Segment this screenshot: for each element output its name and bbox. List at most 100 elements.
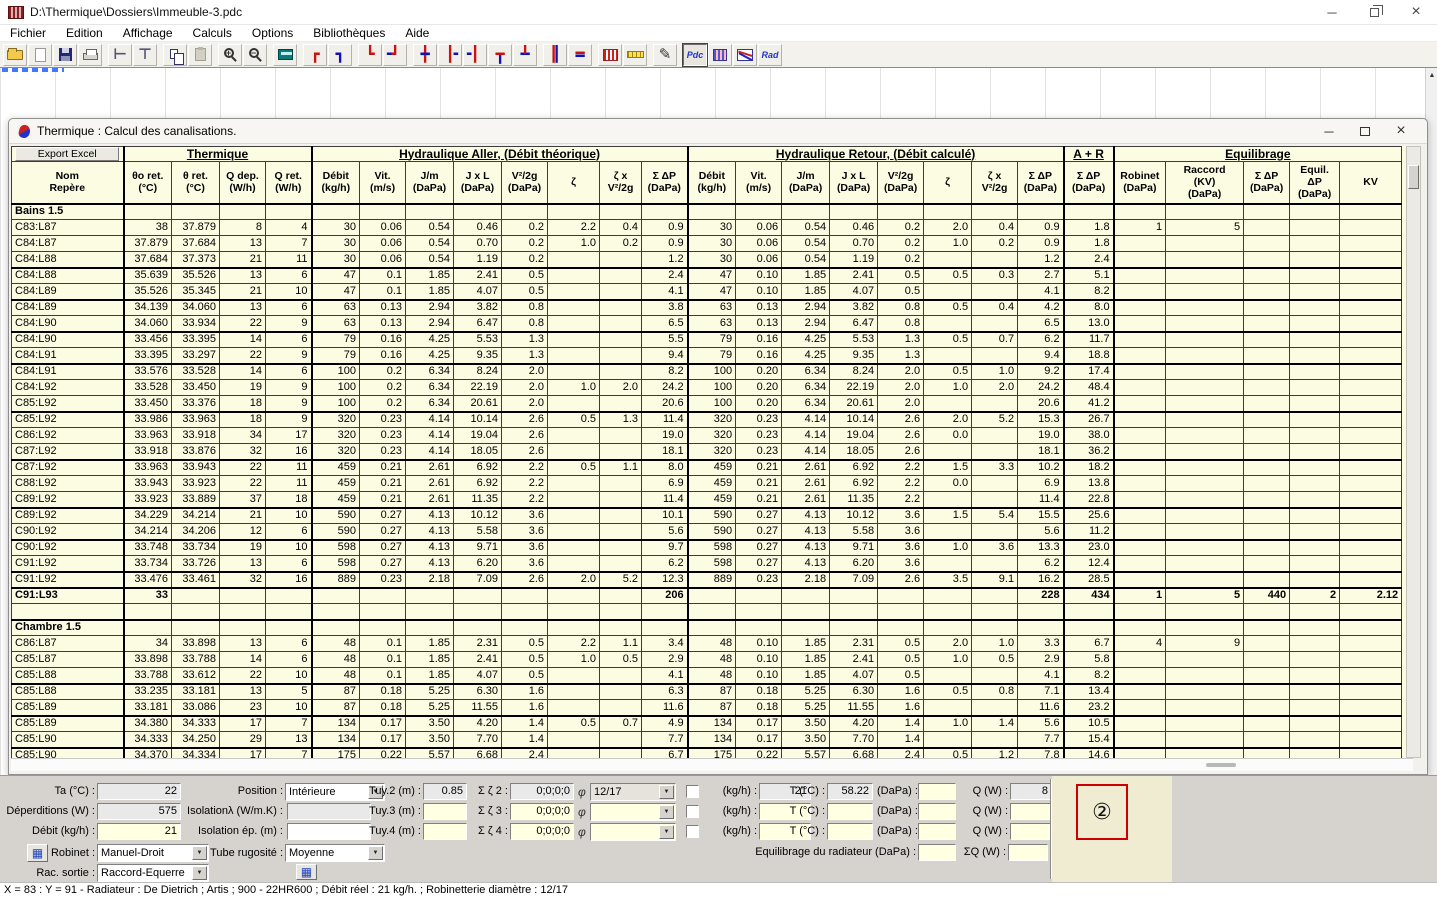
scrollbar-thumb[interactable] — [1206, 763, 1236, 767]
tube-list-button[interactable]: ▦ — [296, 864, 317, 880]
table-cell: 4.1 — [642, 668, 688, 684]
table-cell: 3.3 — [972, 460, 1018, 476]
q4-field[interactable] — [1010, 823, 1052, 840]
menu-item-calculs[interactable]: Calculs — [183, 25, 242, 42]
close-button[interactable]: × — [1395, 0, 1437, 25]
q3-field[interactable] — [1010, 803, 1052, 820]
t2-field[interactable]: 58.22 — [827, 783, 873, 800]
table-cell: 2.0 — [878, 364, 924, 380]
table-cell: 33.297 — [172, 348, 220, 364]
scroll-up-icon[interactable]: ▲ — [1426, 68, 1437, 82]
chevron-down-icon[interactable]: ▼ — [192, 866, 207, 880]
table-vertical-scrollbar[interactable] — [1406, 146, 1421, 758]
chevron-down-icon[interactable]: ▼ — [368, 846, 383, 860]
sigma-q-field[interactable] — [1008, 844, 1048, 861]
dapa2-field[interactable] — [918, 783, 956, 800]
zoom-out-icon[interactable]: − — [243, 44, 267, 66]
open-icon[interactable] — [3, 44, 27, 66]
table-cell — [1244, 556, 1290, 572]
sigma-zeta2-field[interactable]: 0;0;0;0 — [510, 783, 574, 800]
radiator-view-icon[interactable] — [708, 44, 732, 66]
child-maximize-button[interactable] — [1347, 120, 1383, 142]
print-icon[interactable] — [78, 44, 102, 66]
copy-icon[interactable] — [163, 44, 187, 66]
table-cell: 0.10 — [736, 636, 782, 652]
table-cell: 11.2 — [1064, 524, 1114, 540]
export-excel-button[interactable]: Export Excel — [15, 147, 119, 161]
table-cell: 320 — [688, 428, 736, 444]
q2-field[interactable]: 8 — [1010, 783, 1052, 800]
save-icon[interactable] — [53, 44, 77, 66]
kgh4-checkbox[interactable] — [686, 825, 699, 838]
table-cell — [1166, 492, 1244, 508]
menu-item-bibliothèques[interactable]: Bibliothèques — [303, 25, 395, 42]
insert-column-icon[interactable]: ⊢ — [108, 44, 132, 66]
pipe-tee-right-icon[interactable]: ┃╺ — [438, 44, 462, 66]
t4-field[interactable] — [827, 823, 873, 840]
kgh3-checkbox[interactable] — [686, 805, 699, 818]
pipe-tee-left-icon[interactable]: ┃╸ — [463, 44, 487, 66]
menu-item-options[interactable]: Options — [242, 25, 303, 42]
table-cell — [1340, 556, 1402, 572]
pipe-elbow-two-tone-icon[interactable]: ┛╸ — [383, 44, 407, 66]
menu-item-edition[interactable]: Edition — [56, 25, 113, 42]
table-cell: 3.50 — [782, 716, 830, 732]
chart-view-icon[interactable] — [733, 44, 757, 66]
table-cell: 21 — [220, 284, 266, 300]
pipe-elbow-down-right-red-icon[interactable]: ┏ — [303, 44, 327, 66]
dapa3-field[interactable] — [918, 803, 956, 820]
pipe-cross-icon[interactable]: ╋━ — [413, 44, 437, 66]
table-cell: C84:L91 — [12, 364, 124, 380]
chevron-down-icon[interactable]: ▼ — [659, 825, 674, 839]
sigma-zeta4-field[interactable]: 0;0;0;0 — [510, 823, 574, 840]
insert-row-icon[interactable]: ⊤ — [133, 44, 157, 66]
new-document-icon[interactable] — [28, 44, 52, 66]
table-cell: 30 — [312, 236, 360, 252]
dapa4-field[interactable] — [918, 823, 956, 840]
scrollbar-thumb[interactable] — [1408, 165, 1419, 189]
chevron-down-icon[interactable]: ▼ — [659, 785, 674, 799]
minimize-button[interactable]: ─ — [1311, 0, 1353, 25]
ruler-icon[interactable] — [623, 44, 647, 66]
child-minimize-button[interactable]: ─ — [1311, 120, 1347, 142]
kgh2-checkbox[interactable] — [686, 785, 699, 798]
equilibrage-field[interactable] — [918, 844, 956, 861]
table-cell — [1340, 220, 1402, 236]
tube-rugosite-dropdown[interactable]: Moyenne ▼ — [285, 844, 385, 862]
child-close-button[interactable]: × — [1383, 120, 1419, 142]
table-cell: 9.4 — [1018, 348, 1064, 364]
pipe-elbow-down-left-blue-icon[interactable]: ┓ — [328, 44, 352, 66]
rac-sortie-dropdown[interactable]: Raccord-Equerre ▼ — [97, 864, 209, 882]
table-cell: C86:L87 — [12, 636, 124, 652]
rad-view-button[interactable]: Rad — [758, 44, 782, 66]
t3-field[interactable] — [827, 803, 873, 820]
table-cell: 12.4 — [1064, 556, 1114, 572]
radiator-red-icon[interactable] — [598, 44, 622, 66]
pipe-parallel-vertical-icon[interactable]: ┃┃ — [543, 44, 567, 66]
diametre3-dropdown[interactable]: ▼ — [590, 803, 676, 821]
diametre4-dropdown[interactable]: ▼ — [590, 823, 676, 841]
menu-item-aide[interactable]: Aide — [395, 25, 439, 42]
table-cell — [406, 588, 454, 604]
restore-button[interactable] — [1353, 0, 1395, 25]
zoom-in-icon[interactable]: + — [218, 44, 242, 66]
paste-icon[interactable] — [188, 44, 212, 66]
brush-icon[interactable]: ✎ — [653, 44, 677, 66]
menu-item-fichier[interactable]: Fichier — [0, 25, 56, 42]
menu-item-affichage[interactable]: Affichage — [113, 25, 183, 42]
table-cell — [1340, 684, 1402, 700]
pdc-view-button[interactable]: Pdc — [683, 44, 707, 66]
column-header: J/m(DaPa) — [782, 162, 830, 204]
table-cell — [1290, 620, 1340, 636]
calculator-icon[interactable] — [273, 44, 297, 66]
pipe-parallel-horizontal-icon[interactable]: ━━ — [568, 44, 592, 66]
table-cell: 0.54 — [406, 220, 454, 236]
table-horizontal-scrollbar[interactable] — [11, 758, 1413, 771]
diametre2-dropdown[interactable]: 12/17 ▼ — [590, 783, 676, 801]
table-cell: 19.0 — [1018, 428, 1064, 444]
pipe-tee-up-icon[interactable]: ━╹ — [513, 44, 537, 66]
chevron-down-icon[interactable]: ▼ — [659, 805, 674, 819]
pipe-tee-down-icon[interactable]: ━╻ — [488, 44, 512, 66]
sigma-zeta3-field[interactable]: 0;0;0;0 — [510, 803, 574, 820]
pipe-elbow-up-right-red-icon[interactable]: ┗ — [358, 44, 382, 66]
